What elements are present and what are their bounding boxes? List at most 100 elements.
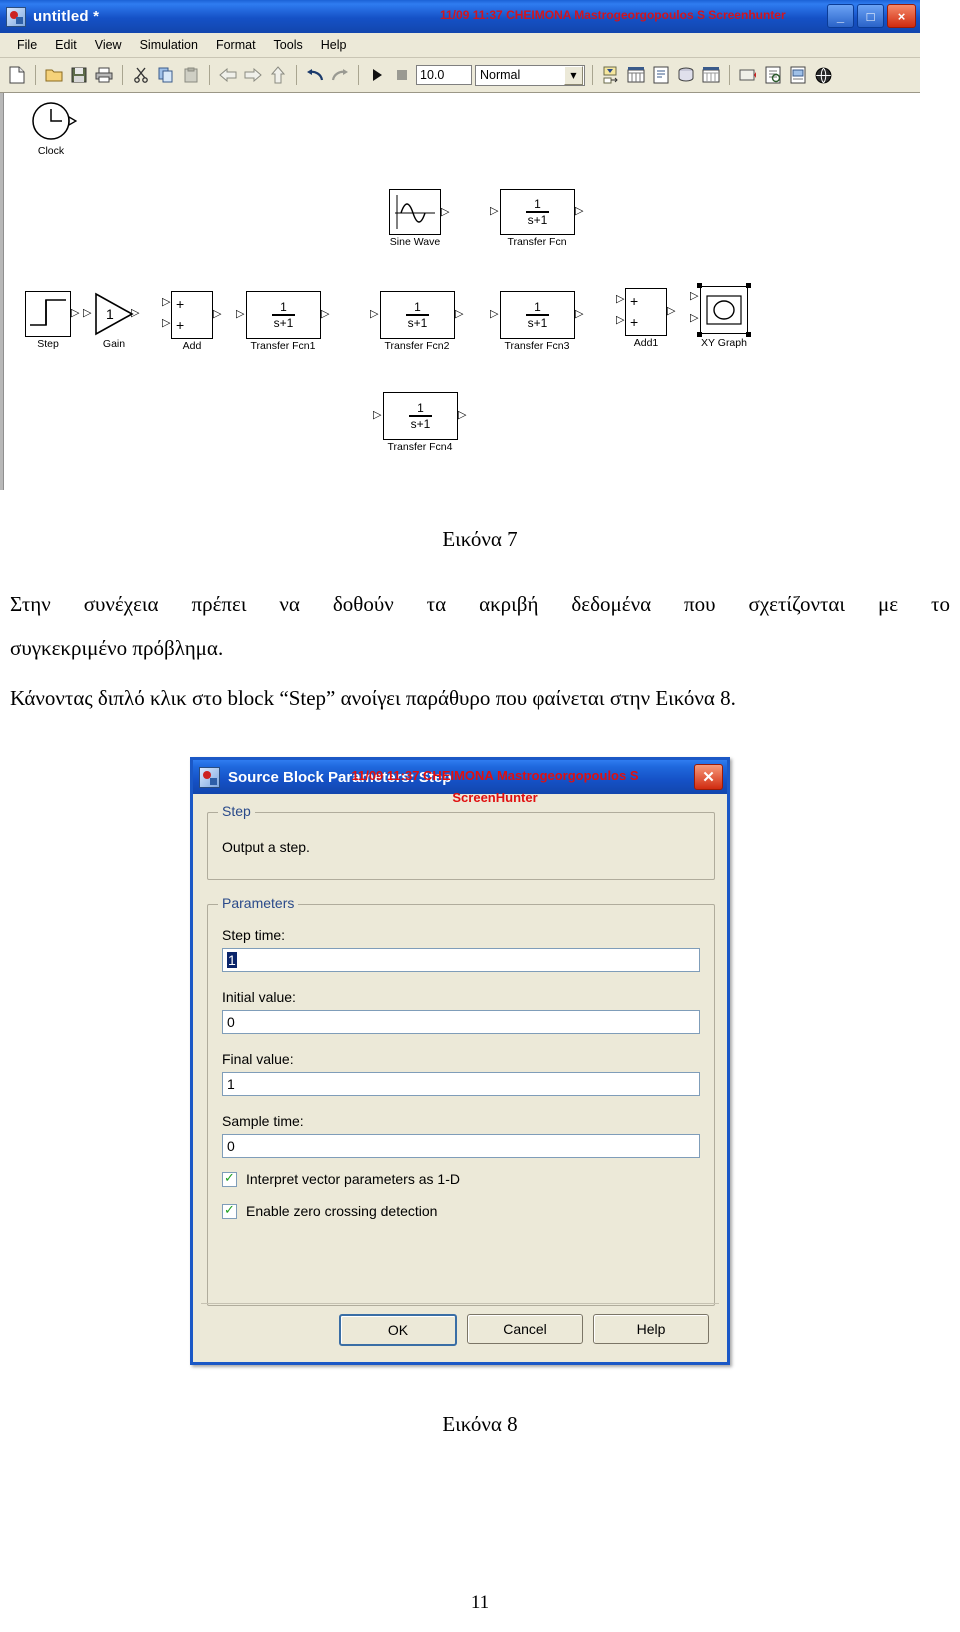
dialog-close-button[interactable]: ✕ xyxy=(694,764,723,790)
menu-file[interactable]: File xyxy=(8,36,46,54)
step-group-title: Step xyxy=(218,803,255,819)
step-time-input[interactable]: 1 xyxy=(222,948,700,972)
undo-icon[interactable] xyxy=(304,64,326,86)
maximize-button[interactable]: □ xyxy=(857,4,884,28)
initial-value-value: 0 xyxy=(227,1014,235,1030)
add-box: + + xyxy=(171,291,213,339)
coverage-icon[interactable] xyxy=(762,64,784,86)
toolbar-separator xyxy=(358,65,359,85)
simulink-app-icon xyxy=(6,6,26,27)
ok-button[interactable]: OK xyxy=(339,1314,457,1346)
initial-value-input[interactable]: 0 xyxy=(222,1010,700,1034)
selection-handle-tl[interactable] xyxy=(697,283,702,288)
block-label: Clock xyxy=(37,145,65,157)
open-model-icon[interactable] xyxy=(43,64,65,86)
numerator: 1 xyxy=(414,299,421,314)
dialog-button-separator xyxy=(201,1303,719,1304)
block-label: XY Graph xyxy=(701,337,747,349)
cancel-button[interactable]: Cancel xyxy=(467,1314,583,1344)
block-gain[interactable]: 1 ▷ ▷ Gain xyxy=(83,291,140,350)
selection-handle-tr[interactable] xyxy=(746,283,751,288)
block-transfer-fcn[interactable]: 1 s+1 ▷ ▷ Transfer Fcn xyxy=(490,189,583,248)
help-button[interactable]: Help xyxy=(593,1314,709,1344)
transfer-fcn2-box: 1 s+1 xyxy=(380,291,455,339)
block-label: Transfer Fcn2 xyxy=(384,340,450,352)
simulation-mode-select[interactable]: Normal ▼ xyxy=(475,64,585,86)
help-icon[interactable] xyxy=(812,64,834,86)
start-simulation-icon[interactable] xyxy=(366,64,388,86)
enable-zero-crossing-checkbox-row[interactable]: ✓ Enable zero crossing detection xyxy=(222,1203,437,1219)
dialog-title-bar[interactable]: Source Block Parameters: Step 11/09 11:3… xyxy=(193,760,727,794)
update-diagram-icon[interactable] xyxy=(675,64,697,86)
output-port: ▷ xyxy=(575,204,584,217)
menu-help[interactable]: Help xyxy=(312,36,356,54)
page-number: 11 xyxy=(470,1592,490,1613)
interpret-vector-parameters-checkbox-row[interactable]: ✓ Interpret vector parameters as 1-D xyxy=(222,1171,460,1187)
menu-edit[interactable]: Edit xyxy=(46,36,86,54)
report-icon[interactable] xyxy=(787,64,809,86)
forward-icon xyxy=(242,64,264,86)
up-level-icon xyxy=(267,64,289,86)
output-port: ▷ xyxy=(131,306,140,319)
simulation-stop-time-input[interactable]: 10.0 xyxy=(416,65,472,85)
output-port: ▷ xyxy=(321,307,330,320)
debug-icon[interactable] xyxy=(737,64,759,86)
toggle-model-browser-icon[interactable] xyxy=(650,64,672,86)
paragraph-2: Κάνοντας διπλό κλικ στο block “Step” ανο… xyxy=(10,686,736,710)
stop-simulation-icon xyxy=(391,64,413,86)
output-port: ▷ xyxy=(575,307,584,320)
cut-icon[interactable] xyxy=(130,64,152,86)
block-transfer-fcn1[interactable]: 1 s+1 ▷ ▷ Transfer Fcn1 xyxy=(236,291,329,352)
block-add[interactable]: + + ▷ ▷ ▷ Add xyxy=(162,291,221,352)
block-transfer-fcn2[interactable]: 1 s+1 ▷ ▷ Transfer Fcn2 xyxy=(370,291,463,352)
dialog-body: Step Output a step. Parameters Step time… xyxy=(193,794,727,1362)
block-add1[interactable]: + + ▷ ▷ ▷ Add1 xyxy=(616,288,675,349)
interpret-vector-parameters-label: Interpret vector parameters as 1-D xyxy=(246,1171,460,1187)
toolbar-separator xyxy=(592,65,593,85)
copy-icon[interactable] xyxy=(155,64,177,86)
step-description-group: Step Output a step. xyxy=(207,803,715,880)
block-step[interactable]: ▷ Step xyxy=(25,291,79,350)
chevron-down-icon[interactable]: ▼ xyxy=(564,65,583,85)
model-explorer-icon[interactable] xyxy=(600,64,622,86)
input-port: ▷ xyxy=(236,307,245,320)
library-browser-icon[interactable] xyxy=(625,64,647,86)
transfer-fcn3-box: 1 s+1 xyxy=(500,291,575,339)
xy-graph-icon xyxy=(706,295,742,325)
final-value-input[interactable]: 1 xyxy=(222,1072,700,1096)
block-label: Transfer Fcn xyxy=(507,236,567,248)
block-transfer-fcn3[interactable]: 1 s+1 ▷ ▷ Transfer Fcn3 xyxy=(490,291,583,352)
minimize-button[interactable]: _ xyxy=(827,4,854,28)
enable-zero-crossing-checkbox[interactable]: ✓ xyxy=(222,1203,237,1219)
new-model-icon[interactable] xyxy=(6,64,28,86)
svg-text:1: 1 xyxy=(106,306,114,322)
close-button[interactable]: × xyxy=(887,4,916,28)
input-port-1: ▷ xyxy=(690,289,699,302)
output-port: ▷ xyxy=(213,307,222,320)
simulink-model-canvas[interactable]: Clock ▷ Sine Wave 1 s+1 ▷ ▷ Transfer Fcn… xyxy=(0,93,920,490)
output-port: ▷ xyxy=(71,306,80,319)
block-xy-graph[interactable]: ▷ ▷ XY Graph xyxy=(690,283,751,349)
interpret-vector-parameters-checkbox[interactable]: ✓ xyxy=(222,1171,237,1187)
figure-7-caption: Εικόνα 7 xyxy=(442,527,518,551)
simulink-menu-bar: File Edit View Simulation Format Tools H… xyxy=(0,33,920,58)
block-clock[interactable]: Clock xyxy=(31,101,78,157)
toolbar-separator xyxy=(729,65,730,85)
menu-format[interactable]: Format xyxy=(207,36,265,54)
print-icon[interactable] xyxy=(93,64,115,86)
save-icon[interactable] xyxy=(68,64,90,86)
step-icon xyxy=(30,299,66,326)
sample-time-input[interactable]: 0 xyxy=(222,1134,700,1158)
block-parameters-icon[interactable] xyxy=(700,64,722,86)
check-icon: ✓ xyxy=(224,1171,235,1186)
block-sine-wave[interactable]: ▷ Sine Wave xyxy=(389,189,449,248)
menu-tools[interactable]: Tools xyxy=(265,36,312,54)
input-port: ▷ xyxy=(373,408,382,421)
simulink-title-bar[interactable]: untitled * 11/09 11:37 CHEIMONA Mastroge… xyxy=(0,0,920,33)
dialog-title: Source Block Parameters: Step xyxy=(228,768,452,786)
menu-view[interactable]: View xyxy=(86,36,131,54)
step-box xyxy=(25,291,71,337)
source-block-parameters-dialog: Source Block Parameters: Step 11/09 11:3… xyxy=(190,757,730,1365)
menu-simulation[interactable]: Simulation xyxy=(131,36,207,54)
block-transfer-fcn4[interactable]: 1 s+1 ▷ ▷ Transfer Fcn4 xyxy=(373,392,466,453)
